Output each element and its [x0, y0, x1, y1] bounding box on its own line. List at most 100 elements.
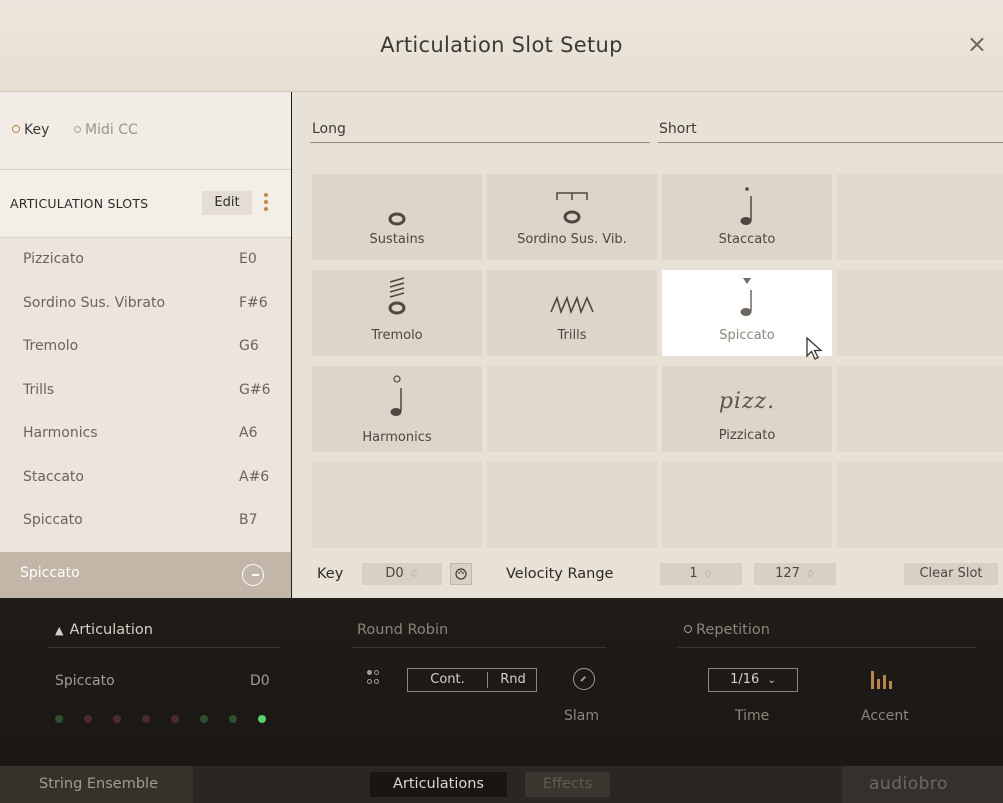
repetition-header: Repetition [696, 622, 770, 638]
grid-cell-sustains[interactable]: Sustains [312, 174, 482, 260]
radio-unselected-icon [684, 625, 692, 633]
grid-cell-trills[interactable]: Trills [487, 270, 657, 356]
velocity-min-select[interactable]: 1 ♢ [660, 563, 742, 585]
grid-cell-staccato[interactable]: Staccato [662, 174, 832, 260]
grid-cell-pizzicato[interactable]: pizz. Pizzicato [662, 366, 832, 452]
midi-learn-button[interactable] [450, 563, 472, 585]
slot-item[interactable]: Tremolo G6 [0, 325, 291, 369]
cell-label: Harmonics [362, 430, 432, 445]
harmonic-note-icon [312, 375, 482, 418]
slam-label: Slam [564, 708, 599, 724]
cell-label: Pizzicato [718, 428, 776, 443]
slot-key: G6 [239, 338, 259, 354]
pizz-glyph: pizz. [718, 389, 776, 414]
stepper-icon: ♢ [409, 569, 419, 580]
left-panel: Key Midi CC ARTICULATION SLOTS Edit Pizz… [0, 92, 291, 598]
slot-name: Sordino Sus. Vibrato [23, 294, 166, 311]
cell-label: Tremolo [371, 328, 423, 343]
slot-name: Tremolo [23, 338, 79, 354]
mode-midi-label: Midi CC [85, 122, 138, 138]
led-indicator-active [258, 715, 266, 723]
led-indicator [229, 715, 237, 723]
slot-item[interactable]: Harmonics A6 [0, 412, 291, 456]
clear-slot-button[interactable]: Clear Slot [904, 563, 998, 585]
grid-cell-empty[interactable] [837, 462, 1003, 548]
time-select[interactable]: 1/16 ⌄ [708, 668, 798, 692]
articulation-slots-header: ARTICULATION SLOTS Edit [0, 170, 291, 238]
selected-slot-name: Spiccato [20, 565, 80, 581]
slot-key: A#6 [239, 468, 270, 485]
more-menu-icon[interactable] [262, 191, 270, 215]
mode-key-radio[interactable]: Key [12, 122, 49, 138]
round-robin-header: Round Robin [357, 622, 449, 638]
tab-effects[interactable]: Effects [525, 772, 610, 797]
mode-midi-cc-radio[interactable]: Midi CC [74, 122, 138, 138]
articulation-header: Articulation [69, 622, 153, 638]
slot-key: B7 [239, 512, 258, 528]
slot-item[interactable]: Sordino Sus. Vibrato F#6 [0, 282, 291, 326]
slot-item[interactable]: Pizzicato E0 [0, 238, 291, 282]
grid-cell-harmonics[interactable]: Harmonics [312, 366, 482, 452]
articulation-key: D0 [250, 673, 270, 689]
edit-button[interactable]: Edit [202, 191, 252, 215]
audiobro-logo: audiobro [869, 774, 948, 794]
slot-name: Staccato [23, 468, 84, 485]
slot-key: A6 [239, 425, 258, 441]
grid-cell-empty[interactable] [312, 462, 482, 548]
time-label: Time [735, 708, 770, 724]
round-robin-mode-toggle[interactable]: Cont. Rnd [407, 668, 537, 692]
slot-key: G#6 [239, 381, 271, 398]
grid-cell-empty[interactable] [837, 174, 1003, 260]
velocity-min-value: 1 [689, 566, 698, 581]
velocity-range-label: Velocity Range [506, 566, 614, 582]
short-section-divider [658, 142, 1003, 143]
grid-cell-empty[interactable] [837, 366, 1003, 452]
slot-name: Spiccato [23, 512, 83, 528]
stepper-icon: ♢ [805, 569, 815, 580]
slot-key: E0 [239, 251, 257, 267]
led-indicator [200, 715, 208, 723]
slot-item[interactable]: Trills G#6 [0, 369, 291, 413]
key-value: D0 [385, 566, 404, 581]
slot-knob-icon[interactable] [242, 564, 264, 586]
close-button[interactable]: × [967, 30, 987, 58]
articulation-divider [48, 647, 280, 648]
key-label: Key [317, 566, 344, 582]
tremolo-note-icon [312, 274, 482, 316]
rnd-option[interactable]: Rnd [488, 669, 538, 691]
time-value: 1/16 [730, 672, 760, 687]
grid-cell-empty[interactable] [662, 462, 832, 548]
led-indicator [55, 715, 63, 723]
grid-cell-tremolo[interactable]: Tremolo [312, 270, 482, 356]
cell-label: Sustains [369, 232, 425, 247]
articulation-section-toggle[interactable]: ▲ Articulation [55, 622, 153, 638]
spiccato-note-icon [662, 276, 832, 318]
cont-option[interactable]: Cont. [408, 669, 487, 691]
slam-knob-icon[interactable] [573, 668, 595, 690]
grid-cell-sordino[interactable]: Sordino Sus. Vib. [487, 174, 657, 260]
slot-item[interactable]: Staccato A#6 [0, 456, 291, 500]
brand-area: audiobro [842, 766, 1003, 803]
repetition-toggle[interactable]: Repetition [684, 622, 770, 638]
tab-articulations[interactable]: Articulations [370, 772, 507, 797]
collapse-triangle-icon: ▲ [55, 624, 64, 637]
instrument-name: String Ensemble [39, 776, 158, 792]
slot-name: Pizzicato [23, 251, 84, 267]
long-section-label: Long [312, 121, 346, 137]
grid-cell-empty[interactable] [487, 462, 657, 548]
selected-slot-row[interactable]: Spiccato [0, 552, 291, 598]
slot-item[interactable]: Spiccato B7 [0, 499, 291, 543]
slot-name: Trills [23, 381, 55, 398]
velocity-max-select[interactable]: 127 ♢ [754, 563, 836, 585]
instrument-name-area: String Ensemble [0, 766, 193, 803]
key-select[interactable]: D0 ♢ [362, 563, 442, 585]
window-title: Articulation Slot Setup [380, 33, 623, 57]
grid-cell-empty[interactable] [487, 366, 657, 452]
app-root: Articulation Slot Setup × Key Midi CC AR… [0, 0, 1003, 803]
articulation-grid-panel: Long Short Sustains Sordino Sus. Vib. St… [292, 92, 1003, 598]
grid-cell-empty[interactable] [837, 270, 1003, 356]
round-robin-divider [352, 647, 606, 648]
footer-bar: String Ensemble Articulations Effects au… [0, 766, 1003, 803]
cell-label: Staccato [718, 232, 776, 247]
accent-bars-icon[interactable] [870, 667, 892, 695]
